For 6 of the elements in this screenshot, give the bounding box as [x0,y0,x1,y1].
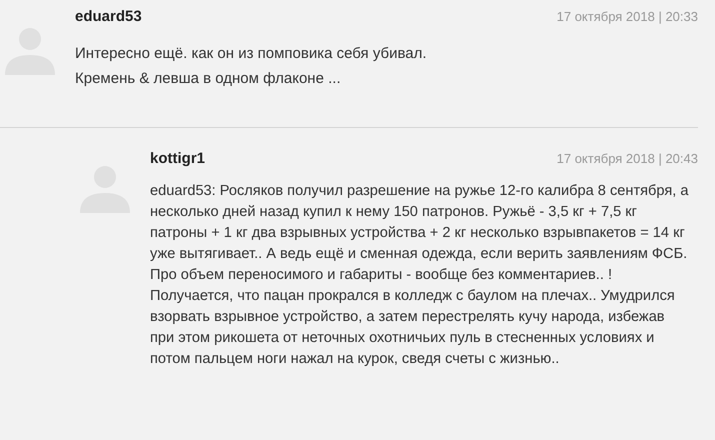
comment-text: eduard53: Росляков получил разрешение на ружье 12-го калибра 8 сентября, а несколько дней назад купил к нему 150 патронов. Ружьё - 3,5 кг + 7,5 кг патроны + 1 кг два взрывных устройства + 2 кг несколько взрывпакетов = 14 кг уже вытягивает.. А ведь ещё и сменная одежда, если верить заявлениям ФСБ. Про объем переносимого и габариты - вообще без комментариев.. ! Получается, что пацан прокрался в колледж с баулом на плечах.. Умудрился взорвать взрывное устройство, а затем перестрелять кучу народа, избежав при этом рикошета от неточных охотничьих пуль в стесненных условиях и потом пальцем ноги нажал на курок, сведя счеты с жизнью.. [150,182,690,369]
comment-author[interactable]: eduard53 [75,8,142,25]
comment-date: 17 октября 2018 | 20:33 [556,9,698,24]
comment-author[interactable]: kottigr1 [150,150,206,167]
comment-date: 17 октября 2018 | 20:43 [556,151,698,166]
comment-text: Интересно ещё. как он из помповика себя убивал. Кремень & левша в одном флаконе ... [75,44,428,89]
